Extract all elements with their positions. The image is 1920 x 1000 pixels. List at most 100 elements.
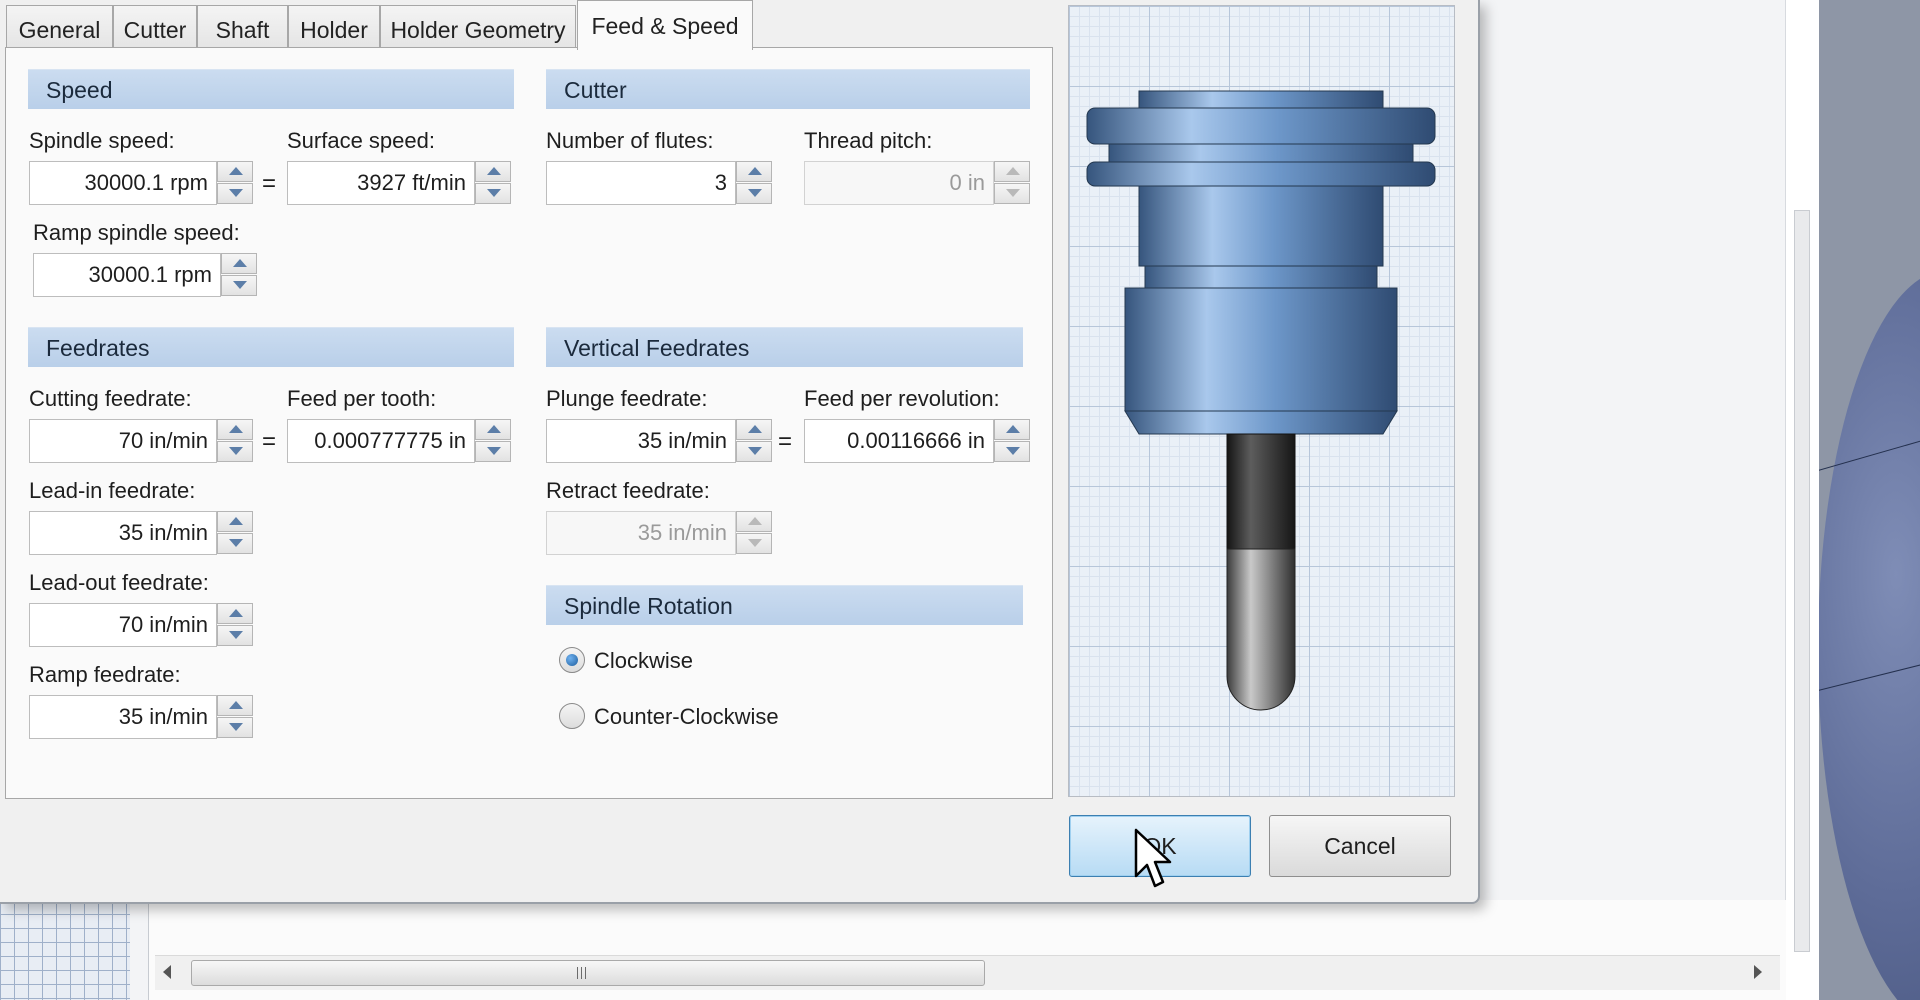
counter-clockwise-label[interactable]: Counter-Clockwise (594, 704, 779, 730)
spin-down-icon[interactable] (217, 717, 253, 738)
grip-icon (577, 967, 589, 979)
spin-down-icon[interactable] (475, 183, 511, 204)
equals-sign: = (262, 428, 277, 455)
ramp-spindle-speed-spinner[interactable]: 30000.1 rpm (33, 253, 257, 297)
thread-pitch-input: 0 in (804, 161, 994, 205)
spin-down-icon (994, 183, 1030, 204)
tool-shaft (1226, 433, 1296, 550)
surface-speed-label: Surface speed: (287, 128, 435, 153)
number-of-flutes-label: Number of flutes: (546, 128, 714, 153)
lead-in-feedrate-spinner[interactable]: 35 in/min (29, 511, 253, 555)
counter-clockwise-radio[interactable] (559, 703, 585, 729)
lead-out-feedrate-spinner[interactable]: 70 in/min (29, 603, 253, 647)
cutter-section-header: Cutter (546, 69, 1030, 109)
tab-feed-speed[interactable]: Feed & Speed (577, 0, 753, 50)
spin-up-icon (736, 511, 772, 532)
spin-down-icon[interactable] (736, 183, 772, 204)
spin-down-icon[interactable] (217, 625, 253, 646)
tab-bar: General Cutter Shaft Holder Holder Geome… (0, 0, 760, 53)
spin-up-icon[interactable] (736, 161, 772, 182)
cutting-feedrate-spinner[interactable]: 70 in/min (29, 419, 253, 463)
spin-down-icon[interactable] (217, 441, 253, 462)
tab-holder-geometry[interactable]: Holder Geometry (380, 5, 576, 53)
feed-per-tooth-label: Feed per tooth: (287, 386, 437, 411)
spin-up-icon[interactable] (736, 419, 772, 440)
ramp-spindle-speed-label: Ramp spindle speed: (33, 220, 240, 245)
spindle-rotation-section-header: Spindle Rotation (546, 585, 1023, 625)
lead-in-feedrate-input[interactable]: 35 in/min (29, 511, 217, 555)
holder-body (1138, 185, 1384, 267)
spin-up-icon[interactable] (217, 511, 253, 532)
thread-pitch-spinner: 0 in (804, 161, 1030, 205)
spindle-speed-label: Spindle speed: (29, 128, 175, 153)
speed-section-header: Speed (28, 69, 514, 109)
spin-up-icon[interactable] (217, 603, 253, 624)
ramp-feedrate-input[interactable]: 35 in/min (29, 695, 217, 739)
model-sphere (1818, 270, 1920, 1000)
surface-speed-spinner[interactable]: 3927 ft/min (287, 161, 511, 205)
feed-per-revolution-spinner[interactable]: 0.00116666 in (804, 419, 1030, 463)
spin-up-icon[interactable] (217, 695, 253, 716)
spin-down-icon[interactable] (217, 533, 253, 554)
tool-dialog: General Cutter Shaft Holder Holder Geome… (0, 0, 1480, 904)
spin-up-icon[interactable] (475, 161, 511, 182)
retract-feedrate-label: Retract feedrate: (546, 478, 710, 503)
spin-up-icon[interactable] (221, 253, 257, 274)
spin-down-icon[interactable] (736, 441, 772, 462)
3d-viewport[interactable] (1818, 0, 1920, 1000)
tab-holder[interactable]: Holder (288, 5, 380, 53)
holder-groove (1108, 143, 1414, 163)
thread-pitch-label: Thread pitch: (804, 128, 933, 153)
holder-flange (1086, 161, 1436, 187)
spindle-speed-spinner[interactable]: 30000.1 rpm (29, 161, 253, 205)
spin-up-icon[interactable] (994, 419, 1030, 440)
equals-sign: = (262, 170, 277, 197)
feed-per-tooth-input[interactable]: 0.000777775 in (287, 419, 475, 463)
feed-per-revolution-label: Feed per revolution: (804, 386, 1000, 411)
vertical-scrollbar[interactable] (1794, 210, 1810, 952)
holder-flange (1086, 107, 1436, 145)
ramp-feedrate-label: Ramp feedrate: (29, 662, 181, 687)
spin-down-icon[interactable] (475, 441, 511, 462)
tool-preview (1068, 5, 1455, 797)
spin-down-icon[interactable] (221, 275, 257, 296)
cutting-feedrate-label: Cutting feedrate: (29, 386, 192, 411)
feed-per-tooth-spinner[interactable]: 0.000777775 in (287, 419, 511, 463)
ball-end-cutter (1226, 548, 1296, 711)
holder-neck (1144, 265, 1378, 289)
clockwise-label[interactable]: Clockwise (594, 648, 693, 674)
spindle-speed-input[interactable]: 30000.1 rpm (29, 161, 217, 205)
grid-thumbnail (0, 900, 130, 1000)
feed-per-revolution-input[interactable]: 0.00116666 in (804, 419, 994, 463)
tab-general[interactable]: General (6, 5, 113, 53)
mouse-cursor-icon (1134, 828, 1172, 888)
plunge-feedrate-input[interactable]: 35 in/min (546, 419, 736, 463)
scroll-left-icon[interactable] (163, 965, 171, 979)
cancel-button[interactable]: Cancel (1269, 815, 1451, 877)
ramp-feedrate-spinner[interactable]: 35 in/min (29, 695, 253, 739)
cutting-feedrate-input[interactable]: 70 in/min (29, 419, 217, 463)
spin-up-icon[interactable] (217, 161, 253, 182)
scrollbar-thumb[interactable] (191, 960, 985, 986)
tool-holder-illustration (1086, 90, 1436, 711)
scroll-right-icon[interactable] (1754, 965, 1762, 979)
horizontal-scrollbar[interactable] (155, 955, 1780, 990)
spin-up-icon[interactable] (217, 419, 253, 440)
surface-speed-input[interactable]: 3927 ft/min (287, 161, 475, 205)
clockwise-radio[interactable] (559, 647, 585, 673)
holder-collet (1124, 287, 1398, 412)
lead-out-feedrate-label: Lead-out feedrate: (29, 570, 209, 595)
retract-feedrate-input: 35 in/min (546, 511, 736, 555)
spin-down-icon[interactable] (217, 183, 253, 204)
holder-chamfer (1124, 410, 1398, 435)
number-of-flutes-input[interactable]: 3 (546, 161, 736, 205)
tab-shaft[interactable]: Shaft (197, 5, 288, 53)
plunge-feedrate-spinner[interactable]: 35 in/min (546, 419, 772, 463)
tab-cutter[interactable]: Cutter (113, 5, 197, 53)
spin-down-icon[interactable] (994, 441, 1030, 462)
plunge-feedrate-label: Plunge feedrate: (546, 386, 708, 411)
number-of-flutes-spinner[interactable]: 3 (546, 161, 772, 205)
lead-out-feedrate-input[interactable]: 70 in/min (29, 603, 217, 647)
spin-up-icon[interactable] (475, 419, 511, 440)
ramp-spindle-speed-input[interactable]: 30000.1 rpm (33, 253, 221, 297)
